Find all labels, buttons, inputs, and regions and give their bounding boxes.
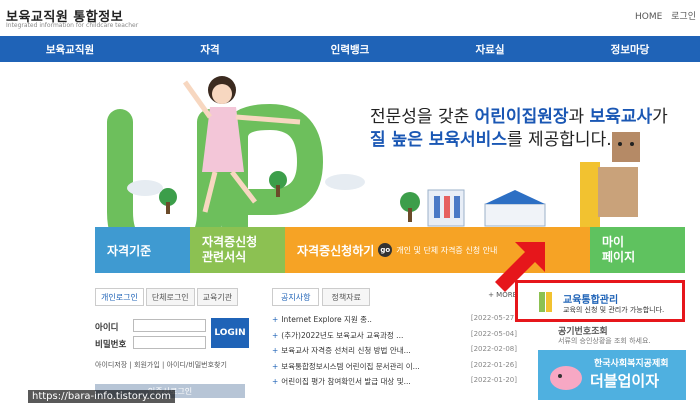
- quick-menu-tabs: 자격기준 자격증신청 관련서식 자격증신청하기 go 개인 및 단체 자격증 신청…: [95, 227, 685, 273]
- home-link[interactable]: HOME: [635, 12, 662, 22]
- fund-banner[interactable]: 한국사회복지공제회 더블업이자: [538, 350, 686, 400]
- nav-item-info[interactable]: 정보마당: [560, 36, 700, 62]
- nav-item-resources[interactable]: 자료실: [420, 36, 560, 62]
- hero-headline-2: 질 높은 보육서비스를 제공합니다.: [370, 130, 612, 150]
- tab-policy-data[interactable]: 정책자료: [322, 288, 370, 306]
- tab-application-forms[interactable]: 자격증신청 관련서식: [190, 227, 285, 273]
- book-icon: [539, 292, 552, 312]
- tab-qualification-criteria[interactable]: 자격기준: [95, 227, 190, 273]
- nav-item-staff[interactable]: 보육교직원: [0, 36, 140, 62]
- password-field[interactable]: [133, 336, 206, 349]
- tab-personal-login[interactable]: 개인로그인: [95, 288, 144, 306]
- login-link[interactable]: 로그인: [671, 12, 696, 22]
- go-badge-icon: go: [378, 243, 393, 257]
- hero-headline-1: 전문성을 갖춘 어린이집원장과 보육교사가: [370, 107, 668, 127]
- top-links: HOME 로그인: [629, 9, 696, 22]
- notice-list: + Internet Explore 지원 종.. [2022-05-27] + (추…: [272, 314, 517, 392]
- approval-lookup-desc: 서류의 승인상황을 조회 하세요.: [558, 337, 651, 345]
- list-item[interactable]: + 어린이집 평가 참여확인서 발급 대상 및... [2022-01-20]: [272, 376, 517, 392]
- nav-item-job-bank[interactable]: 인력뱅크: [280, 36, 420, 62]
- login-links[interactable]: 아이디저장 | 회원가입 | 아이디/비밀번호찾기: [95, 360, 227, 370]
- nav-item-qualification[interactable]: 자격: [140, 36, 280, 62]
- watermark-url: https://bara-info.tistory.com: [28, 390, 176, 403]
- header: 보육교직원 통합정보 Integrated information for ch…: [0, 0, 700, 36]
- notice-panel: 공지사항 정책자료 + MORE + Internet Explore 지원 종.…: [272, 288, 517, 412]
- login-button[interactable]: LOGIN: [211, 318, 249, 348]
- list-item[interactable]: + Internet Explore 지원 종.. [2022-05-27]: [272, 314, 517, 330]
- id-label: 아이디: [95, 323, 119, 333]
- tab-my-page[interactable]: 마이 페이지: [590, 227, 685, 273]
- list-item[interactable]: + 보육교사 자격증 선처리 신청 방법 안내... [2022-02-08]: [272, 345, 517, 361]
- more-link[interactable]: + MORE: [488, 291, 517, 299]
- edu-management-link[interactable]: 교육통합관리 교육의 신청 및 관리가 가능합니다.: [515, 280, 685, 322]
- list-item[interactable]: + (추가)2022년도 보육교사 교육과정 ... [2022-05-04]: [272, 330, 517, 346]
- main-nav: 보육교직원 자격 인력뱅크 자료실 정보마당: [0, 36, 700, 62]
- id-field[interactable]: [133, 319, 206, 332]
- notice-tabs: 공지사항 정책자료: [272, 288, 517, 306]
- list-item[interactable]: + 보육통합정보시스템 어린이집 문서관리 이... [2022-01-26]: [272, 361, 517, 377]
- tab-notices[interactable]: 공지사항: [272, 288, 320, 306]
- login-tabs: 개인로그인 단체로그인 교육기관: [95, 288, 255, 306]
- tab-institution-login[interactable]: 교육기관: [196, 288, 239, 306]
- site-logo-subtitle: Integrated information for childcare tea…: [6, 22, 139, 29]
- tab-group-login[interactable]: 단체로그인: [145, 288, 195, 306]
- piggy-bank-icon: [550, 366, 582, 390]
- password-label: 비밀번호: [95, 340, 127, 350]
